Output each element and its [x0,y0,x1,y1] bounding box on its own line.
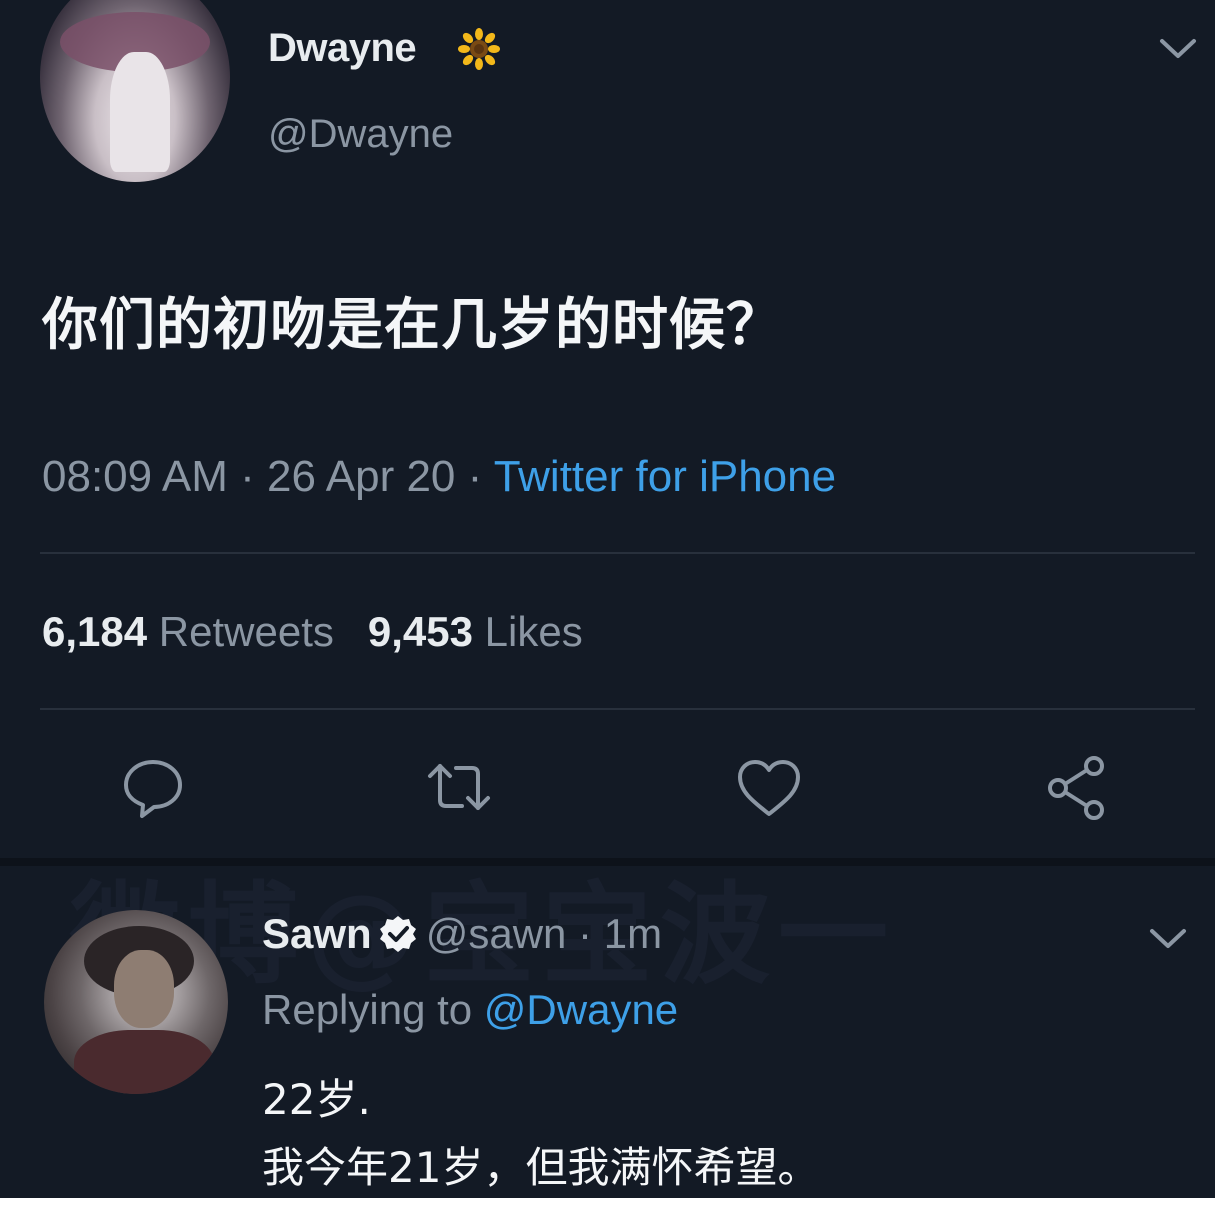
tweet-detail-screen: Dwayne @Dwayne 你们的初吻是在几岁的时候？ 08:09 AM · … [0,0,1215,1198]
reply-text-line: 我今年21岁，但我满怀希望。 [262,1143,820,1192]
replying-to: Replying to @Dwayne [262,986,678,1034]
meta-separator: · [455,452,494,501]
divider [40,708,1195,710]
verified-badge-icon [379,916,416,952]
retweets-label: Retweets [158,608,334,655]
tweet-text: 你们的初吻是在几岁的时候？ [42,293,783,358]
author-avatar[interactable] [40,0,230,182]
meta-separator: · [566,910,604,957]
retweets-count: 6,184 [42,608,148,655]
tweet-date: 26 Apr 20 [267,452,456,501]
replying-mention-link[interactable]: @Dwayne [484,986,678,1033]
tweet-stats: 6,184 Retweets 9,453 Likes [42,608,583,656]
sunflower-icon [458,28,500,70]
tweet-time: 08:09 AM [42,452,228,501]
retweet-icon[interactable] [424,752,494,822]
retweets-stat[interactable]: 6,184 Retweets [42,608,334,655]
like-icon[interactable] [734,754,804,824]
reply-text-line: 22岁. [262,1075,371,1124]
tweet-source-link[interactable]: Twitter for iPhone [494,452,836,501]
author-name[interactable]: Dwayne [268,26,417,71]
author-handle[interactable]: @Dwayne [268,112,453,157]
chevron-down-icon[interactable] [1158,36,1198,62]
replying-prefix: Replying to [262,986,473,1033]
reply-author-avatar[interactable] [44,910,228,1094]
reply-icon[interactable] [118,752,188,822]
tweet-meta: 08:09 AM · 26 Apr 20 · Twitter for iPhon… [42,452,836,502]
share-icon[interactable] [1042,752,1112,822]
reply-time: 1m [603,910,663,957]
meta-separator: · [227,452,268,501]
likes-label: Likes [484,608,583,655]
reply-header: Sawn @sawn · 1m [262,910,662,958]
reply-author-name[interactable]: Sawn [262,910,372,957]
chevron-down-icon[interactable] [1148,926,1188,952]
likes-count: 9,453 [367,608,473,655]
likes-stat[interactable]: 9,453 Likes [368,608,583,655]
divider [40,552,1195,554]
reply-author-handle[interactable]: @sawn [426,910,567,957]
